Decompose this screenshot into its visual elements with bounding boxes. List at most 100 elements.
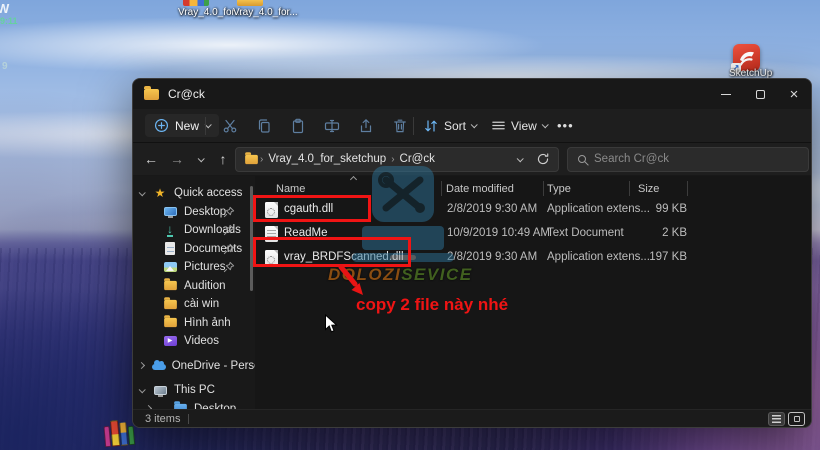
minimize-button[interactable] <box>709 79 743 109</box>
back-button[interactable]: ← <box>138 146 164 172</box>
sidebar-item-quick-access[interactable]: ★ Quick access <box>133 184 255 203</box>
copy-button[interactable] <box>249 113 279 139</box>
window-folder-icon <box>144 89 159 100</box>
sidebar-item-desktop[interactable]: Desktop <box>133 203 255 222</box>
desktop-icon-vray-archive[interactable] <box>183 0 209 6</box>
sidebar-item-documents[interactable]: Documents <box>133 240 255 259</box>
column-divider[interactable] <box>629 181 630 196</box>
see-more-button[interactable]: ••• <box>557 118 574 133</box>
search-icon <box>578 155 586 163</box>
file-date-modified: 10/9/2019 10:49 AM <box>447 227 550 239</box>
sidebar-item-onedrive-person[interactable]: OneDrive - Person <box>133 357 255 376</box>
column-header-date[interactable]: Date modified <box>446 183 514 195</box>
column-header-type[interactable]: Type <box>547 183 571 195</box>
breadcrumb-bar[interactable]: › Vray_4.0_for_sketchup › Cr@ck <box>235 147 559 172</box>
scissors-icon <box>222 118 238 134</box>
search-input[interactable] <box>594 153 774 165</box>
sidebar-item-this-pc[interactable]: This PC <box>133 381 255 400</box>
sidebar-item-h-nh-nh[interactable]: Hình ảnh <box>133 314 255 333</box>
chevron-down-icon <box>197 155 204 162</box>
download-arrow-icon: ↓ <box>167 224 173 237</box>
winrar-book-icon <box>119 421 129 446</box>
annotation-caption: copy 2 file này nhé <box>356 295 508 315</box>
sort-ascending-icon <box>350 176 357 183</box>
breadcrumb-folder-icon <box>245 154 258 163</box>
toolbar-divider <box>205 117 206 135</box>
column-header-name[interactable]: Name <box>276 183 305 195</box>
large-icons-view-button[interactable] <box>788 412 805 426</box>
onedrive-cloud-icon <box>152 364 166 370</box>
file-size: 99 KB <box>591 203 687 215</box>
breadcrumb-parent[interactable]: Vray_4.0_for_sketchup <box>264 153 390 165</box>
pin-icon <box>223 243 235 255</box>
breadcrumb-current[interactable]: Cr@ck <box>396 153 439 165</box>
item-count: 3 items <box>145 413 180 425</box>
column-divider[interactable] <box>543 181 544 196</box>
column-divider[interactable] <box>441 181 442 196</box>
sidebar-item-downloads[interactable]: ↓Downloads <box>133 221 255 240</box>
new-button[interactable]: New <box>145 114 219 137</box>
close-button[interactable]: × <box>777 79 811 109</box>
desktop-icon-vray-folder[interactable] <box>237 0 263 6</box>
file-size: 2 KB <box>591 227 687 239</box>
clipboard-icon <box>290 118 306 134</box>
winrar-book-icon <box>110 420 120 447</box>
sidebar-item-c-i-win[interactable]: cài win <box>133 295 255 314</box>
sidebar-item-pictures[interactable]: Pictures <box>133 258 255 277</box>
chevron-down-icon <box>541 121 548 128</box>
plus-circle-icon <box>154 118 169 133</box>
share-button[interactable] <box>351 113 381 139</box>
sidebar-item-label: This PC <box>174 384 215 396</box>
chevron-down-icon[interactable] <box>139 386 146 393</box>
sidebar-item-label: Videos <box>184 335 219 347</box>
status-bar: 3 items <box>133 409 811 427</box>
rename-button[interactable] <box>317 113 347 139</box>
forward-button[interactable]: → <box>164 146 190 172</box>
search-box[interactable] <box>567 147 809 172</box>
up-button[interactable]: ↑ <box>210 146 236 172</box>
desktop-icon-label-vray2[interactable]: Vray_4.0_for... <box>233 7 298 18</box>
file-explorer-window: Cr@ck × New <box>132 78 812 428</box>
folder-icon <box>164 318 177 327</box>
refresh-icon[interactable] <box>536 152 550 166</box>
cut-button[interactable] <box>215 113 245 139</box>
overlay-fragment-top: W <box>0 1 9 16</box>
address-bar-row: ← → ↑ › Vray_4.0_for_sketchup › Cr@ck <box>133 143 811 175</box>
recent-locations-button[interactable] <box>190 146 210 172</box>
view-label: View <box>511 119 537 133</box>
large-icons-view-icon <box>794 416 800 422</box>
column-header-size[interactable]: Size <box>638 183 659 195</box>
chevron-down-icon[interactable] <box>139 189 146 196</box>
sidebar-item-label: Desktop <box>184 206 226 218</box>
video-icon: ▶ <box>164 336 177 346</box>
desktop-icon-winrar[interactable] <box>103 417 135 448</box>
delete-button[interactable] <box>385 113 415 139</box>
overlay-fragment-time: 9:11 <box>0 16 18 26</box>
copy-icon <box>256 118 272 134</box>
paste-button[interactable] <box>283 113 313 139</box>
annotation-box-cgauth <box>253 195 371 222</box>
sort-label: Sort <box>444 119 466 133</box>
desktop-icon-sketchup[interactable]: ↗ <box>733 44 760 71</box>
minimize-icon <box>721 94 731 95</box>
view-button[interactable]: View <box>491 118 547 133</box>
folder-icon <box>164 281 177 290</box>
column-divider[interactable] <box>687 181 688 196</box>
this-pc-icon <box>154 386 167 395</box>
sidebar-item-videos[interactable]: ▶ Videos <box>133 332 255 351</box>
sort-button[interactable]: Sort <box>423 118 476 134</box>
desktop-monitor-icon <box>164 207 177 216</box>
rename-icon <box>324 118 340 134</box>
file-size: 197 KB <box>591 251 687 263</box>
chevron-right-icon[interactable] <box>138 362 145 369</box>
maximize-button[interactable] <box>743 79 777 109</box>
trash-icon <box>392 118 408 134</box>
details-view-button[interactable] <box>768 412 785 426</box>
pin-icon <box>223 261 235 273</box>
address-dropdown-icon[interactable] <box>517 155 524 162</box>
document-icon <box>165 242 175 255</box>
sidebar-item-label: Quick access <box>174 187 242 199</box>
view-list-icon <box>491 118 506 133</box>
sidebar-item-audition[interactable]: Audition <box>133 277 255 296</box>
star-icon: ★ <box>155 186 166 200</box>
